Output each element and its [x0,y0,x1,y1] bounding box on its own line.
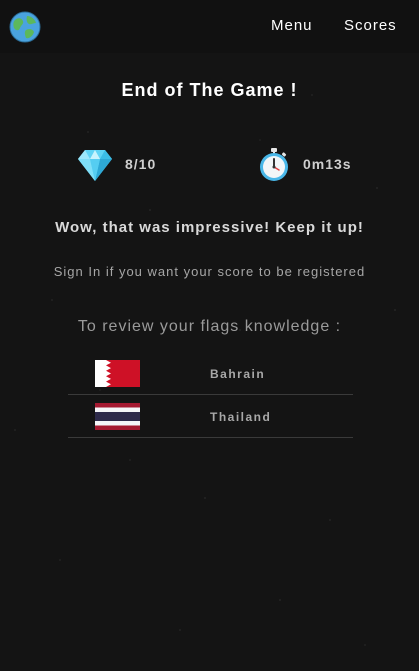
stopwatch-icon [260,148,288,181]
country-name: Bahrain [210,367,266,381]
time-value: 0m13s [303,156,352,172]
review-heading: To review your flags knowledge : [77,318,342,335]
navbar: Menu Scores [0,0,419,53]
signin-prompt[interactable]: Sign In if you want your score to be reg… [0,264,419,279]
diamond-icon [78,150,112,181]
result-message: Wow, that was impressive! Keep it up! [55,219,364,236]
list-item[interactable]: Bahrain [68,352,353,395]
flag-review-list: Bahrain Thailand [68,352,353,438]
country-name: Thailand [210,410,272,424]
thailand-flag-icon [95,403,140,430]
menu-link[interactable]: Menu [271,17,313,34]
list-item[interactable]: Thailand [68,395,353,438]
scores-link[interactable]: Scores [344,17,397,34]
page-title: End of The Game ! [121,80,298,100]
bahrain-flag-icon [95,360,140,387]
earth-globe-icon[interactable] [9,11,41,43]
score-value: 8/10 [125,156,157,172]
